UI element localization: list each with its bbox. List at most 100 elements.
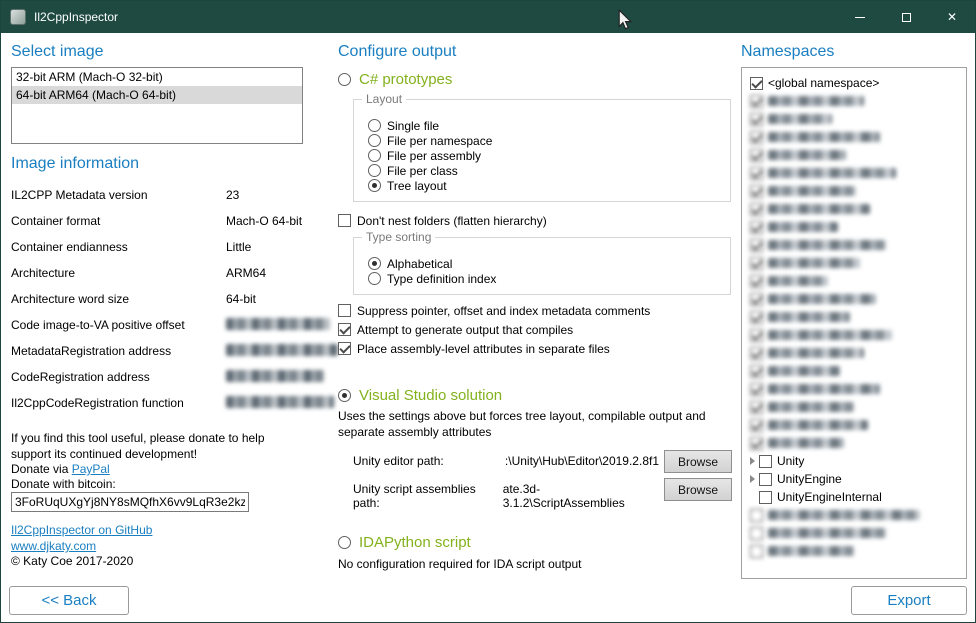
layout-options: Single fileFile per namespaceFile per as… xyxy=(368,118,492,193)
layout-option[interactable]: Tree layout xyxy=(368,178,492,193)
redacted-label xyxy=(768,204,870,214)
namespace-item-redacted[interactable] xyxy=(742,218,966,236)
unity-script-path-value[interactable]: ate.3d-3.1.2\ScriptAssemblies xyxy=(503,482,659,510)
redacted-label xyxy=(768,420,868,430)
type-sorting-option-label: Type definition index xyxy=(387,272,496,286)
layout-option-label: Single file xyxy=(387,119,439,133)
namespace-item[interactable]: UnityEngineInternal xyxy=(742,488,966,506)
namespace-item-redacted[interactable] xyxy=(742,434,966,452)
layout-option[interactable]: File per namespace xyxy=(368,133,492,148)
output-option-label: Suppress pointer, offset and index metad… xyxy=(357,304,650,318)
namespace-item-redacted[interactable] xyxy=(742,524,966,542)
export-button[interactable]: Export xyxy=(851,586,967,615)
checkbox-icon xyxy=(750,239,763,252)
namespace-item[interactable]: UnityEngine xyxy=(742,470,966,488)
flatten-hierarchy-label: Don't nest folders (flatten hierarchy) xyxy=(357,214,547,228)
paypal-prefix: Donate via xyxy=(11,462,72,476)
namespace-item-redacted[interactable] xyxy=(742,146,966,164)
image-info-value: 64-bit xyxy=(226,292,256,306)
paypal-link[interactable]: PayPal xyxy=(72,462,110,476)
namespace-item-redacted[interactable] xyxy=(742,182,966,200)
idapython-script-label: IDAPython script xyxy=(359,534,471,551)
namespaces-panel[interactable]: <global namespace> Unity UnityEngineUnityE… xyxy=(741,67,967,579)
visual-studio-solution-radio[interactable]: Visual Studio solution xyxy=(338,387,502,404)
redacted-namespace xyxy=(750,347,864,360)
namespace-item-redacted[interactable] xyxy=(742,506,966,524)
radio-icon xyxy=(368,179,381,192)
namespace-item-redacted[interactable] xyxy=(742,542,966,560)
bitcoin-address-input[interactable] xyxy=(11,492,249,512)
image-list-item[interactable]: 64-bit ARM64 (Mach-O 64-bit) xyxy=(12,86,302,104)
checkbox-icon xyxy=(750,329,763,342)
back-button[interactable]: << Back xyxy=(9,586,129,615)
flatten-hierarchy-checkbox[interactable]: Don't nest folders (flatten hierarchy) xyxy=(338,213,547,228)
unity-script-browse-button[interactable]: Browse xyxy=(664,478,732,501)
expander-icon[interactable] xyxy=(750,475,755,483)
maximize-icon xyxy=(902,13,911,22)
redacted-label xyxy=(768,276,828,286)
namespace-item-redacted[interactable] xyxy=(742,164,966,182)
csharp-prototypes-radio[interactable]: C# prototypes xyxy=(338,71,452,88)
redacted-label xyxy=(768,258,860,268)
namespace-item-redacted[interactable] xyxy=(742,272,966,290)
expander-icon[interactable] xyxy=(750,457,755,465)
namespace-item-redacted[interactable] xyxy=(742,308,966,326)
checkbox-icon xyxy=(750,275,763,288)
github-link[interactable]: Il2CppInspector on GitHub xyxy=(11,523,152,537)
image-info-row: CodeRegistration address xyxy=(11,367,311,393)
namespace-item[interactable]: Unity xyxy=(742,452,966,470)
namespace-item-redacted[interactable] xyxy=(742,254,966,272)
type-sorting-option[interactable]: Type definition index xyxy=(368,271,496,286)
redacted-value xyxy=(226,396,334,408)
namespace-item-redacted[interactable] xyxy=(742,398,966,416)
image-list-item[interactable]: 32-bit ARM (Mach-O 32-bit) xyxy=(12,68,302,86)
namespace-item-redacted[interactable] xyxy=(742,416,966,434)
namespace-label: Unity xyxy=(777,454,804,468)
minimize-button[interactable] xyxy=(837,1,883,33)
layout-option[interactable]: File per assembly xyxy=(368,148,492,163)
checkbox-icon xyxy=(750,185,763,198)
image-info-label: Code image-to-VA positive offset xyxy=(11,318,185,332)
namespaces-heading: Namespaces xyxy=(741,43,834,61)
output-option[interactable]: Place assembly-level attributes in separ… xyxy=(338,341,650,356)
type-sorting-group-label: Type sorting xyxy=(362,230,435,244)
type-sorting-option[interactable]: Alphabetical xyxy=(368,256,496,271)
image-info-row: MetadataRegistration address xyxy=(11,341,311,367)
namespace-item-redacted[interactable] xyxy=(742,128,966,146)
redacted-namespace xyxy=(750,275,828,288)
close-button[interactable]: ✕ xyxy=(929,1,975,33)
unity-editor-path-value[interactable]: :\Unity\Hub\Editor\2019.2.8f1 xyxy=(505,454,659,468)
namespace-item-redacted[interactable] xyxy=(742,326,966,344)
namespace-item-redacted[interactable] xyxy=(742,200,966,218)
unity-editor-browse-button[interactable]: Browse xyxy=(664,450,732,473)
namespace-item-redacted[interactable] xyxy=(742,236,966,254)
website-link[interactable]: www.djkaty.com xyxy=(11,539,96,553)
redacted-value xyxy=(226,318,330,330)
namespace-item-redacted[interactable] xyxy=(742,110,966,128)
namespace-item-redacted[interactable] xyxy=(742,344,966,362)
idapython-script-radio[interactable]: IDAPython script xyxy=(338,534,471,551)
namespace-item[interactable]: <global namespace> xyxy=(742,74,966,92)
redacted-namespace xyxy=(750,329,892,342)
idapython-description: No configuration required for IDA script… xyxy=(338,557,581,571)
unity-editor-path-row: Unity editor path: :\Unity\Hub\Editor\20… xyxy=(353,454,659,468)
titlebar[interactable]: Il2CppInspector ✕ xyxy=(1,1,975,33)
output-option-label: Place assembly-level attributes in separ… xyxy=(357,342,610,356)
namespace-item-redacted[interactable] xyxy=(742,362,966,380)
maximize-button[interactable] xyxy=(883,1,929,33)
namespace-item-redacted[interactable] xyxy=(742,380,966,398)
checkbox-icon xyxy=(750,203,763,216)
output-option[interactable]: Attempt to generate output that compiles xyxy=(338,322,650,337)
checkbox-icon xyxy=(750,167,763,180)
csharp-prototypes-label: C# prototypes xyxy=(359,71,452,88)
redacted-value xyxy=(226,370,324,382)
close-icon: ✕ xyxy=(947,11,957,23)
image-listbox[interactable]: 32-bit ARM (Mach-O 32-bit)64-bit ARM64 (… xyxy=(11,67,303,144)
redacted-label xyxy=(768,438,844,448)
layout-option[interactable]: File per class xyxy=(368,163,492,178)
layout-option[interactable]: Single file xyxy=(368,118,492,133)
namespace-item-redacted[interactable] xyxy=(742,92,966,110)
radio-icon xyxy=(368,149,381,162)
output-option[interactable]: Suppress pointer, offset and index metad… xyxy=(338,303,650,318)
namespace-item-redacted[interactable] xyxy=(742,290,966,308)
